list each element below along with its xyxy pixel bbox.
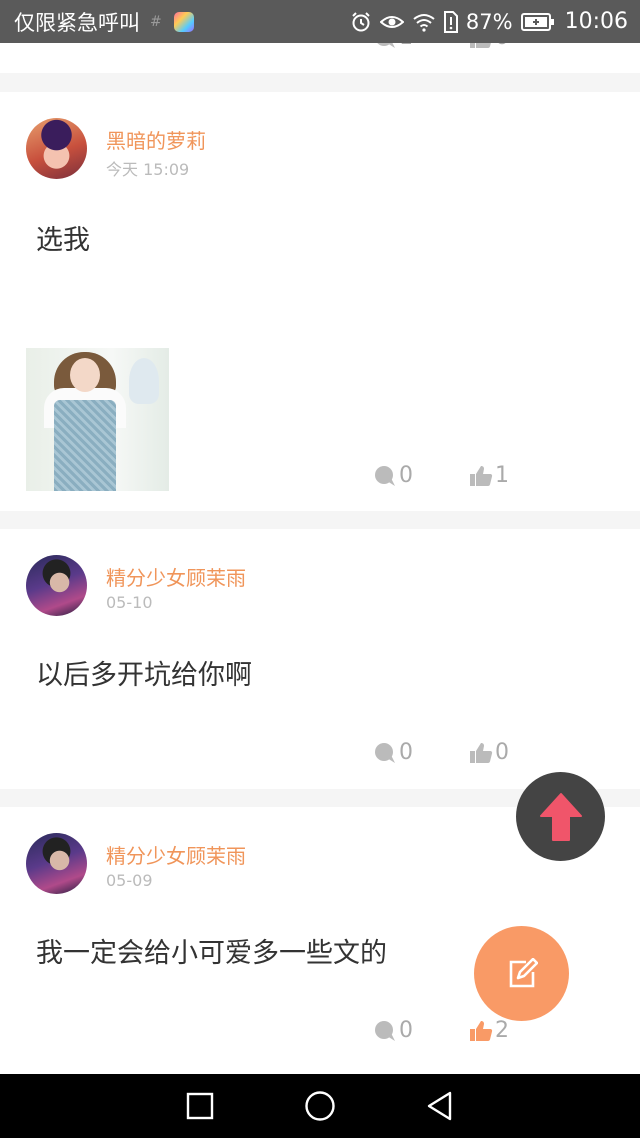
avatar[interactable] — [26, 118, 87, 179]
back-button[interactable] — [410, 1076, 470, 1136]
username[interactable]: 黑暗的萝莉 — [106, 125, 206, 154]
home-icon — [305, 1091, 335, 1121]
post-time: 05-09 — [106, 871, 153, 890]
compose-button[interactable] — [474, 926, 569, 1021]
comment-icon — [377, 43, 395, 48]
comment-count: 1 — [399, 43, 413, 50]
username[interactable]: 精分少女顾茉雨 — [106, 840, 246, 869]
like-stat[interactable]: 0 — [469, 740, 565, 765]
like-count: 0 — [495, 43, 509, 50]
post-card-partial[interactable]: 1 0 — [0, 43, 640, 73]
post-content: 以后多开坑给你啊 — [36, 660, 252, 691]
comment-icon — [375, 1020, 395, 1041]
post-time: 05-10 — [106, 593, 153, 612]
post-content: 我一定会给小可爱多一些文的 — [36, 938, 387, 969]
comment-stat[interactable]: 0 — [373, 463, 469, 488]
avatar[interactable] — [26, 833, 87, 894]
comment-stat[interactable]: 0 — [373, 1018, 469, 1043]
thumbs-up-icon — [470, 742, 493, 763]
back-icon — [427, 1091, 452, 1121]
post-card[interactable]: 精分少女顾茉雨 05-10 以后多开坑给你啊 0 0 — [0, 529, 640, 789]
comment-stat[interactable]: 1 — [373, 43, 469, 50]
post-card[interactable]: 黑暗的萝莉 今天 15:09 选我 0 1 — [0, 92, 640, 511]
post-stats: 0 1 — [373, 463, 565, 488]
comment-stat[interactable]: 0 — [373, 740, 469, 765]
like-count: 2 — [495, 1018, 509, 1043]
recent-apps-button[interactable] — [170, 1076, 230, 1136]
arrow-up-icon — [539, 792, 582, 841]
battery-icon — [520, 12, 555, 32]
post-content: 选我 — [36, 225, 90, 256]
battery-percent: 87% — [465, 9, 513, 34]
avatar[interactable] — [26, 555, 87, 616]
post-stats: 1 0 — [373, 43, 565, 50]
comment-icon — [375, 465, 395, 486]
comment-icon — [375, 742, 395, 763]
comment-count: 0 — [399, 1018, 413, 1043]
edit-icon — [509, 957, 538, 987]
carrier-text: 仅限紧急呼叫 — [14, 10, 140, 35]
wifi-icon — [412, 12, 436, 32]
post-image[interactable] — [26, 348, 169, 491]
alarm-icon — [350, 11, 372, 33]
home-button[interactable] — [290, 1076, 350, 1136]
sim-alert-icon — [443, 10, 458, 33]
clock: 10:06 — [564, 9, 628, 34]
thumbs-up-icon — [470, 1020, 493, 1041]
comment-count: 0 — [399, 463, 413, 488]
post-stats: 0 0 — [373, 740, 565, 765]
post-stats: 0 2 — [373, 1018, 565, 1043]
post-feed[interactable]: 1 0 黑暗的萝莉 今天 15:09 选我 0 1 — [0, 43, 640, 1074]
comment-count: 0 — [399, 740, 413, 765]
notification-indicator: # — [150, 13, 162, 30]
thumbs-up-icon — [470, 465, 493, 486]
like-stat[interactable]: 2 — [469, 1018, 565, 1043]
post-time: 今天 15:09 — [106, 160, 190, 179]
like-count: 0 — [495, 740, 509, 765]
status-bar: 仅限紧急呼叫 # 87% 10:06 — [0, 0, 640, 43]
like-count: 1 — [495, 463, 509, 488]
scroll-to-top-button[interactable] — [516, 772, 605, 861]
like-stat[interactable]: 1 — [469, 463, 565, 488]
thumbs-up-icon — [470, 43, 491, 48]
eye-icon — [379, 12, 404, 32]
username[interactable]: 精分少女顾茉雨 — [106, 562, 246, 591]
like-stat[interactable]: 0 — [469, 43, 565, 50]
system-nav-bar — [0, 1074, 640, 1138]
app-icon — [173, 11, 194, 32]
recent-apps-icon — [186, 1092, 214, 1120]
